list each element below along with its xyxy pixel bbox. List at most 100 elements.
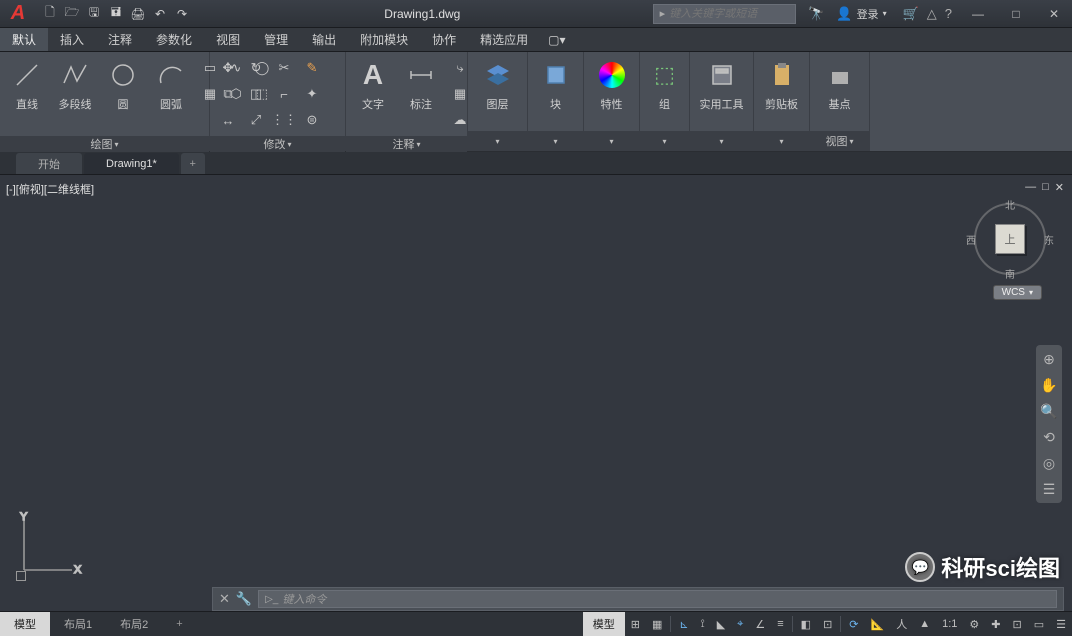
tab-manage[interactable]: 管理 xyxy=(252,28,300,51)
status-ortho-icon[interactable]: ⊾ xyxy=(673,612,694,636)
file-tab-start[interactable]: 开始 xyxy=(16,153,82,174)
viewport-maximize-icon[interactable]: □ xyxy=(1042,181,1049,194)
status-grid-icon[interactable]: ⊞ xyxy=(625,612,646,636)
tab-output[interactable]: 输出 xyxy=(300,28,348,51)
array-tool-icon[interactable]: ⋮⋮ xyxy=(272,108,296,132)
tab-parametric[interactable]: 参数化 xyxy=(144,28,204,51)
tab-featured[interactable]: 精选应用 xyxy=(468,28,540,51)
layout-tab-add[interactable]: + xyxy=(162,612,196,636)
tool-block[interactable]: 块 xyxy=(535,56,577,114)
cmd-close-icon[interactable]: ✕ xyxy=(219,591,230,607)
tool-basepoint[interactable]: 基点 xyxy=(819,56,861,114)
help-search-box[interactable]: ▸ xyxy=(653,4,797,24)
viewport-label[interactable]: [-][俯视][二维线框] xyxy=(6,181,94,197)
tool-clipboard[interactable]: 剪贴板 xyxy=(761,56,803,114)
status-lwt-icon[interactable]: ≡ xyxy=(771,612,789,636)
status-cycling-icon[interactable]: ⟳ xyxy=(843,612,864,636)
tool-properties[interactable]: 特性 xyxy=(591,56,633,114)
wcs-badge[interactable]: WCS▾ xyxy=(993,285,1042,300)
status-snap-icon[interactable]: ▦ xyxy=(646,612,668,636)
panel-title-modify[interactable]: 修改▾ xyxy=(210,136,345,152)
file-tab-drawing1[interactable]: Drawing1* xyxy=(84,153,179,174)
tool-dimension[interactable]: 标注 xyxy=(400,56,442,114)
status-osnap-icon[interactable]: ⌖ xyxy=(731,612,749,636)
tool-circle[interactable]: 圆 xyxy=(102,56,144,114)
status-selection-icon[interactable]: ⊡ xyxy=(817,612,838,636)
saveas-icon[interactable]: 🖬 xyxy=(106,4,126,24)
tab-addins[interactable]: 附加模块 xyxy=(348,28,420,51)
cmd-wrench-icon[interactable]: 🔧 xyxy=(236,591,252,607)
tool-line[interactable]: 直线 xyxy=(6,56,48,114)
panel-title-group[interactable]: ▾ xyxy=(640,131,689,151)
explode-tool-icon[interactable]: ✦ xyxy=(300,82,324,106)
ucs-indicator[interactable]: Y X xyxy=(14,510,84,585)
viewcube[interactable]: 北 南 东 西 上 xyxy=(970,199,1050,279)
undo-icon[interactable]: ↶ xyxy=(150,4,170,24)
layout-tab-layout2[interactable]: 布局2 xyxy=(106,612,162,636)
scale-tool-icon[interactable]: ⤢ xyxy=(244,108,268,132)
rotate-tool-icon[interactable]: ↻ xyxy=(244,56,268,80)
layout-tab-layout1[interactable]: 布局1 xyxy=(50,612,106,636)
tab-insert[interactable]: 插入 xyxy=(48,28,96,51)
panel-title-utilities[interactable]: ▾ xyxy=(690,131,753,151)
drawing-canvas[interactable]: [-][俯视][二维线框] — □ ✕ 北 南 东 西 上 WCS▾ ⊕ ✋ 🔍… xyxy=(0,175,1072,611)
tool-text[interactable]: A 文字 xyxy=(352,56,394,114)
status-quickprops-icon[interactable]: 人 xyxy=(890,612,913,636)
status-iso-icon[interactable]: ◣ xyxy=(711,612,731,636)
nav-wheel-icon[interactable]: ◎ xyxy=(1039,453,1059,473)
status-customize-icon[interactable]: ⊡ xyxy=(1007,612,1028,636)
login-dropdown-icon[interactable]: ▾ xyxy=(883,9,887,18)
cart-icon[interactable]: 🛒 xyxy=(903,6,919,22)
tab-view[interactable]: 视图 xyxy=(204,28,252,51)
move-tool-icon[interactable]: ✥ xyxy=(216,56,240,80)
redo-icon[interactable]: ↷ xyxy=(172,4,192,24)
status-menu-icon[interactable]: ☰ xyxy=(1050,612,1072,636)
status-hwacc-icon[interactable]: ▭ xyxy=(1028,612,1050,636)
viewcube-west[interactable]: 西 xyxy=(966,232,976,247)
nav-zoom-icon[interactable]: 🔍 xyxy=(1039,401,1059,421)
status-scale-text[interactable]: 1:1 xyxy=(936,612,963,636)
status-otrack-icon[interactable]: ∠ xyxy=(749,612,771,636)
open-file-icon[interactable]: 🗁 xyxy=(62,4,82,24)
stretch-tool-icon[interactable]: ↔ xyxy=(216,108,240,132)
panel-title-properties[interactable]: ▾ xyxy=(584,131,639,151)
tool-arc[interactable]: 圆弧 xyxy=(150,56,192,114)
file-tab-new[interactable]: + xyxy=(181,153,205,174)
panel-title-layers[interactable]: ▾ xyxy=(468,131,527,151)
panel-title-clipboard[interactable]: ▾ xyxy=(754,131,809,151)
status-units-icon[interactable]: ✚ xyxy=(985,612,1006,636)
tab-collaborate[interactable]: 协作 xyxy=(420,28,468,51)
status-model-button[interactable]: 模型 xyxy=(583,612,625,636)
viewport-minimize-icon[interactable]: — xyxy=(1025,181,1036,194)
panel-title-block[interactable]: ▾ xyxy=(528,131,583,151)
tab-more[interactable]: ▢▾ xyxy=(540,28,573,51)
viewcube-north[interactable]: 北 xyxy=(1005,197,1015,212)
exchange-icon[interactable]: △ xyxy=(927,6,937,22)
nav-full-icon[interactable]: ⊕ xyxy=(1039,349,1059,369)
mirror-tool-icon[interactable]: ◫ xyxy=(244,82,268,106)
status-transparency-icon[interactable]: ◧ xyxy=(795,612,817,636)
nav-orbit-icon[interactable]: ⟲ xyxy=(1039,427,1059,447)
status-gear-icon[interactable]: ⚙ xyxy=(963,612,985,636)
viewcube-ring[interactable] xyxy=(974,203,1046,275)
close-button[interactable]: ✕ xyxy=(1036,0,1072,28)
tool-polyline[interactable]: 多段线 xyxy=(54,56,96,114)
binoculars-icon[interactable]: 🔭 xyxy=(808,6,824,22)
tool-layers[interactable]: 图层 xyxy=(477,56,519,114)
trim-tool-icon[interactable]: ✂ xyxy=(272,56,296,80)
layout-tab-model[interactable]: 模型 xyxy=(0,612,50,636)
tab-annotate[interactable]: 注释 xyxy=(96,28,144,51)
tool-utilities[interactable]: 实用工具 xyxy=(696,56,748,114)
panel-title-viewbase[interactable]: 视图▾ xyxy=(810,131,869,151)
login-link[interactable]: 登录 xyxy=(857,6,879,22)
nav-pan-icon[interactable]: ✋ xyxy=(1039,375,1059,395)
fillet-tool-icon[interactable]: ⌐ xyxy=(272,82,296,106)
viewport-close-icon[interactable]: ✕ xyxy=(1055,181,1064,194)
help-search-input[interactable] xyxy=(669,8,789,20)
maximize-button[interactable]: □ xyxy=(998,0,1034,28)
save-icon[interactable]: 🖫 xyxy=(84,4,104,24)
offset-tool-icon[interactable]: ⊜ xyxy=(300,108,324,132)
copy-tool-icon[interactable]: ⧉ xyxy=(216,82,240,106)
status-annomon-icon[interactable]: ▲ xyxy=(913,612,936,636)
plot-icon[interactable]: 🖨 xyxy=(128,4,148,24)
